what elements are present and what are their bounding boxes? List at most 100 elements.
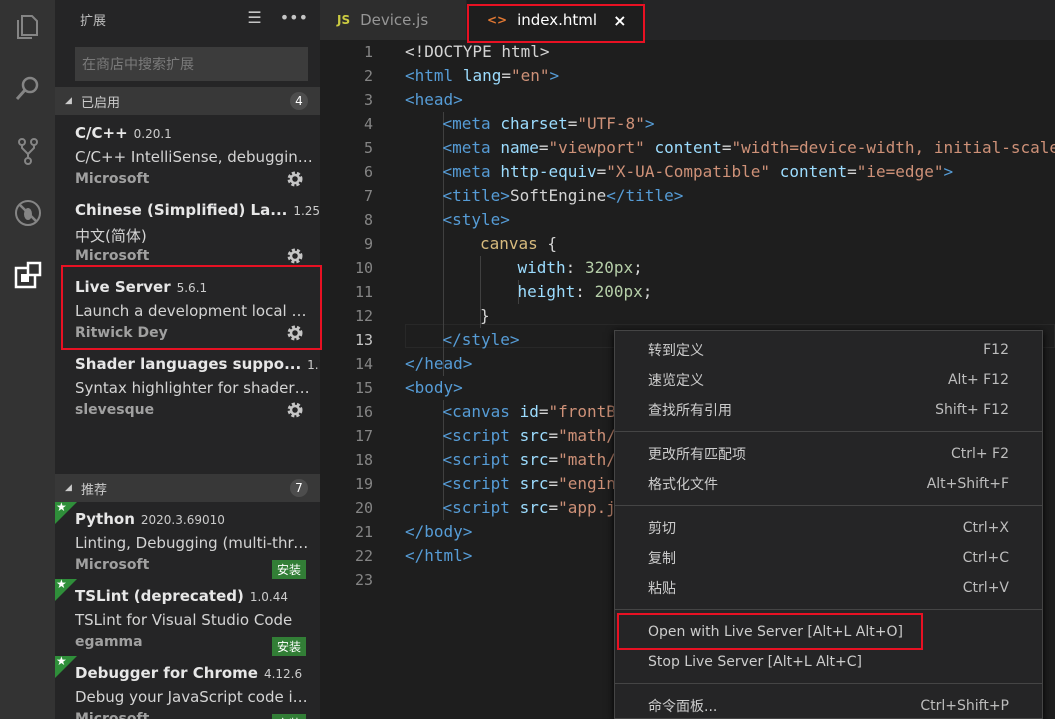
code-text: <body>: [405, 378, 463, 397]
menu-item-label: 粘贴: [648, 581, 676, 597]
extension-description: Linting, Debugging (multi-threaded): [75, 534, 313, 552]
line-number: 22: [354, 547, 373, 565]
source-control-icon[interactable]: [0, 126, 55, 176]
menu-separator: [615, 431, 1042, 432]
code-text: width: 320px;: [517, 258, 643, 277]
extension-item[interactable]: Chinese (Simplified) La...1.25.3 中文(简体) Mi…: [55, 193, 320, 270]
menu-item[interactable]: 剪切 Ctrl+X: [615, 513, 1042, 543]
menu-item[interactable]: 命令面板... Ctrl+Shift+P: [615, 691, 1042, 719]
menu-item[interactable]: 更改所有匹配项 Ctrl+ F2: [615, 439, 1042, 469]
extension-name: Chinese (Simplified) La...1.25.3: [75, 201, 320, 219]
sidebar-title: 扩展: [80, 13, 107, 29]
enabled-section-header[interactable]: ◢ 已启用 4: [55, 87, 320, 115]
tab-label: index.html: [517, 11, 598, 29]
menu-item[interactable]: Stop Live Server [Alt+L Alt+C]: [615, 647, 1042, 677]
code-text: <meta http-equiv="X-UA-Compatible" conte…: [442, 162, 954, 181]
extension-name: Live Server 5.6.1: [75, 278, 208, 296]
line-number: 21: [354, 523, 373, 541]
extension-item[interactable]: Live Server 5.6.1 Launch a development loc…: [55, 270, 320, 347]
menu-item[interactable]: Open with Live Server [Alt+L Alt+O]: [615, 617, 1042, 647]
install-button[interactable]: 安装: [271, 560, 306, 579]
menu-item[interactable]: 复制 Ctrl+C: [615, 543, 1042, 573]
extensions-sidebar: 扩展 ☰ ••• 在商店中搜索扩展 ◢ 已启用 4 C/C++ 0.20.1 C/C…: [55, 0, 320, 719]
extension-version: 2020.3.69010: [140, 513, 225, 527]
code-line: 9 canvas {: [320, 232, 1055, 256]
recommended-extension-item[interactable]: ★ TSLint (deprecated) 1.0.44 TSLint for Vis…: [55, 577, 320, 656]
extension-name: Python 2020.3.69010: [75, 510, 225, 528]
line-number: 20: [354, 499, 373, 517]
extension-description: 中文(简体): [75, 227, 147, 245]
line-number: 8: [363, 211, 373, 229]
star-icon: ★: [56, 577, 67, 591]
gear-icon[interactable]: [286, 170, 304, 188]
line-number: 3: [363, 91, 373, 109]
recommended-extension-item[interactable]: ★ Python 2020.3.69010 Linting, Debugging (m…: [55, 500, 320, 579]
code-line: 2 <html lang="en">: [320, 64, 1055, 88]
gear-icon[interactable]: [286, 401, 304, 419]
search-icon[interactable]: [0, 64, 55, 114]
code-text: <script src="engin: [442, 474, 616, 493]
menu-item[interactable]: 粘贴 Ctrl+V: [615, 573, 1042, 603]
line-number: 17: [354, 427, 373, 445]
star-icon: ★: [56, 654, 67, 668]
line-number: 13: [354, 331, 373, 349]
install-button[interactable]: 安装: [271, 637, 306, 656]
collapse-triangle-icon: ◢: [65, 96, 72, 106]
extension-item[interactable]: C/C++ 0.20.1 C/C++ IntelliSense, debugging…: [55, 116, 320, 193]
menu-item-shortcut: Alt+Shift+F: [926, 476, 1009, 492]
html-file-icon: <>: [487, 13, 508, 27]
extension-version: 4.12.6: [263, 667, 303, 681]
extension-version: 1.1.4: [307, 358, 320, 372]
extension-name: C/C++ 0.20.1: [75, 124, 172, 142]
code-line: 4 <meta charset="UTF-8">: [320, 112, 1055, 136]
extension-search-input[interactable]: 在商店中搜索扩展: [75, 47, 308, 81]
code-text: </head>: [405, 354, 473, 373]
code-line: 5 <meta name="viewport" content="width=de…: [320, 136, 1055, 160]
gear-icon[interactable]: [286, 324, 304, 342]
extension-publisher: Microsoft: [75, 557, 150, 573]
extension-version: 1.0.44: [249, 590, 289, 604]
code-line: 7 <title>SoftEngine</title>: [320, 184, 1055, 208]
code-text: </html>: [405, 546, 473, 565]
code-text: </body>: [405, 522, 473, 541]
recommended-section-header[interactable]: ◢ 推荐 7: [55, 474, 320, 502]
menu-item[interactable]: 转到定义 F12: [615, 335, 1042, 365]
code-text: canvas {: [480, 234, 558, 253]
code-text: <script src="math/: [442, 426, 616, 445]
code-text: height: 200px;: [517, 282, 653, 301]
code-line: 3 <head>: [320, 88, 1055, 112]
code-line: 12}: [320, 304, 1055, 328]
extension-description: Launch a development local Server: [75, 302, 313, 320]
menu-item-label: 查找所有引用: [648, 403, 732, 419]
files-icon[interactable]: [0, 2, 55, 52]
extension-version: 5.6.1: [176, 281, 208, 295]
recommended-extension-item[interactable]: ★ Debugger for Chrome 4.12.6 Debug your Jav…: [55, 654, 320, 719]
extension-item[interactable]: Shader languages suppo...1.1.4 Syntax hig…: [55, 347, 320, 424]
line-number: 14: [354, 355, 373, 373]
tab-index-html[interactable]: <> index.html ×: [467, 0, 643, 40]
tab-device-js[interactable]: JS Device.js: [320, 0, 466, 40]
gear-icon[interactable]: [286, 247, 304, 265]
line-number: 2: [363, 67, 373, 85]
enabled-section-label: 已启用: [81, 95, 121, 111]
menu-item[interactable]: 查找所有引用 Shift+ F12: [615, 395, 1042, 425]
recommended-section-label: 推荐: [81, 482, 108, 498]
more-actions-icon[interactable]: •••: [280, 8, 308, 27]
extensions-icon[interactable]: [0, 250, 55, 300]
extension-publisher: Microsoft: [75, 711, 150, 719]
install-button[interactable]: 安装: [271, 714, 306, 719]
menu-item[interactable]: 速览定义 Alt+ F12: [615, 365, 1042, 395]
menu-item-shortcut: Ctrl+C: [962, 550, 1009, 566]
code-line: 11 height: 200px;: [320, 280, 1055, 304]
context-menu: 转到定义 F12 速览定义 Alt+ F12 查找所有引用 Shift+ F12 更改所有匹…: [614, 330, 1043, 719]
debug-icon[interactable]: [0, 188, 55, 238]
extension-version: 1.25.3: [293, 204, 320, 218]
menu-item-shortcut: Alt+ F12: [947, 372, 1009, 388]
menu-item-shortcut: Ctrl+X: [962, 520, 1009, 536]
clear-list-icon[interactable]: ☰: [247, 8, 261, 27]
extension-description: TSLint for Visual Studio Code: [75, 611, 293, 629]
close-icon[interactable]: ×: [613, 11, 626, 30]
line-number: 15: [354, 379, 373, 397]
menu-item-shortcut: Ctrl+ F2: [950, 446, 1009, 462]
menu-item[interactable]: 格式化文件 Alt+Shift+F: [615, 469, 1042, 499]
